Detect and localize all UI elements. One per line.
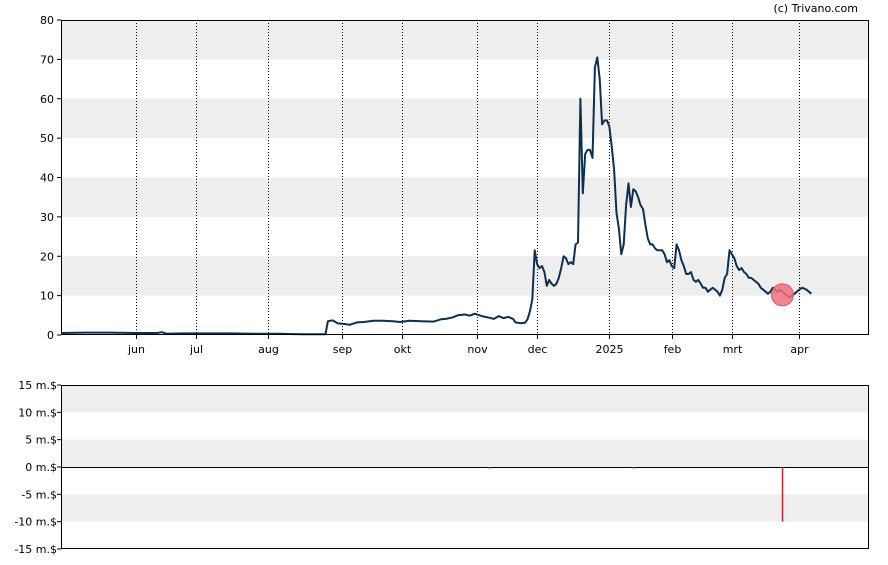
bottom-band (61, 385, 869, 413)
top-x-tick-label: mrt (723, 343, 743, 356)
top-x-tick-label: feb (664, 343, 682, 356)
top-x-tick-label: okt (394, 343, 412, 356)
top-y-tick-label: 30 (40, 211, 54, 224)
top-y-tick-label: 40 (40, 172, 54, 185)
bottom-y-tick-label: 5 m.$ (25, 434, 57, 447)
top-y-tick-label: 20 (40, 250, 54, 263)
top-x-tick-label: aug (258, 343, 279, 356)
top-x-tick-label: 2025 (596, 343, 624, 356)
top-y-tick-label: 60 (40, 93, 54, 106)
bottom-y-tick-label: 10 m.$ (18, 406, 57, 419)
top-x-tick-label: jul (189, 343, 203, 356)
bottom-y-tick-label: -10 m.$ (14, 516, 57, 529)
top-chart-y-ticks: 0 10 20 30 40 50 60 70 80 (40, 14, 61, 342)
bottom-y-tick-label: -15 m.$ (14, 543, 57, 556)
top-y-tick-label: 50 (40, 132, 54, 145)
top-y-tick-label: 10 (40, 290, 54, 303)
top-chart-bands (61, 20, 869, 296)
top-band (61, 177, 869, 217)
top-x-tick-label: apr (790, 343, 809, 356)
bottom-chart-bands (61, 385, 869, 522)
price-chart: 0 10 20 30 40 50 60 70 80 jun jul aug sep okt nov dec 2… (14, 14, 869, 556)
top-y-tick-label: 0 (47, 329, 54, 342)
bottom-y-tick-label: 0 m.$ (25, 461, 57, 474)
top-band (61, 98, 869, 139)
bottom-band (61, 439, 869, 467)
chart-root: (c) Trivano.com 0 10 20 30 40 50 60 70 80 jun jul… (0, 0, 888, 565)
bottom-y-tick-label: 15 m.$ (18, 379, 57, 392)
top-y-tick-label: 80 (40, 14, 54, 27)
bottom-y-tick-label: -5 m.$ (21, 488, 57, 501)
last-price-marker (770, 283, 794, 307)
top-band (61, 20, 869, 60)
bottom-band (61, 494, 869, 522)
top-x-tick-label: nov (467, 343, 488, 356)
top-y-tick-label: 70 (40, 53, 54, 66)
top-x-tick-label: jun (127, 343, 145, 356)
top-x-tick-label: sep (333, 343, 352, 356)
bottom-chart-y-ticks: 15 m.$ 10 m.$ 5 m.$ 0 m.$ -5 m.$ -10 m.$ -15 m… (14, 379, 61, 556)
top-x-tick-label: dec (528, 343, 548, 356)
top-chart-x-ticks: jun jul aug sep okt nov dec 2025 feb mrt apr (127, 335, 809, 356)
